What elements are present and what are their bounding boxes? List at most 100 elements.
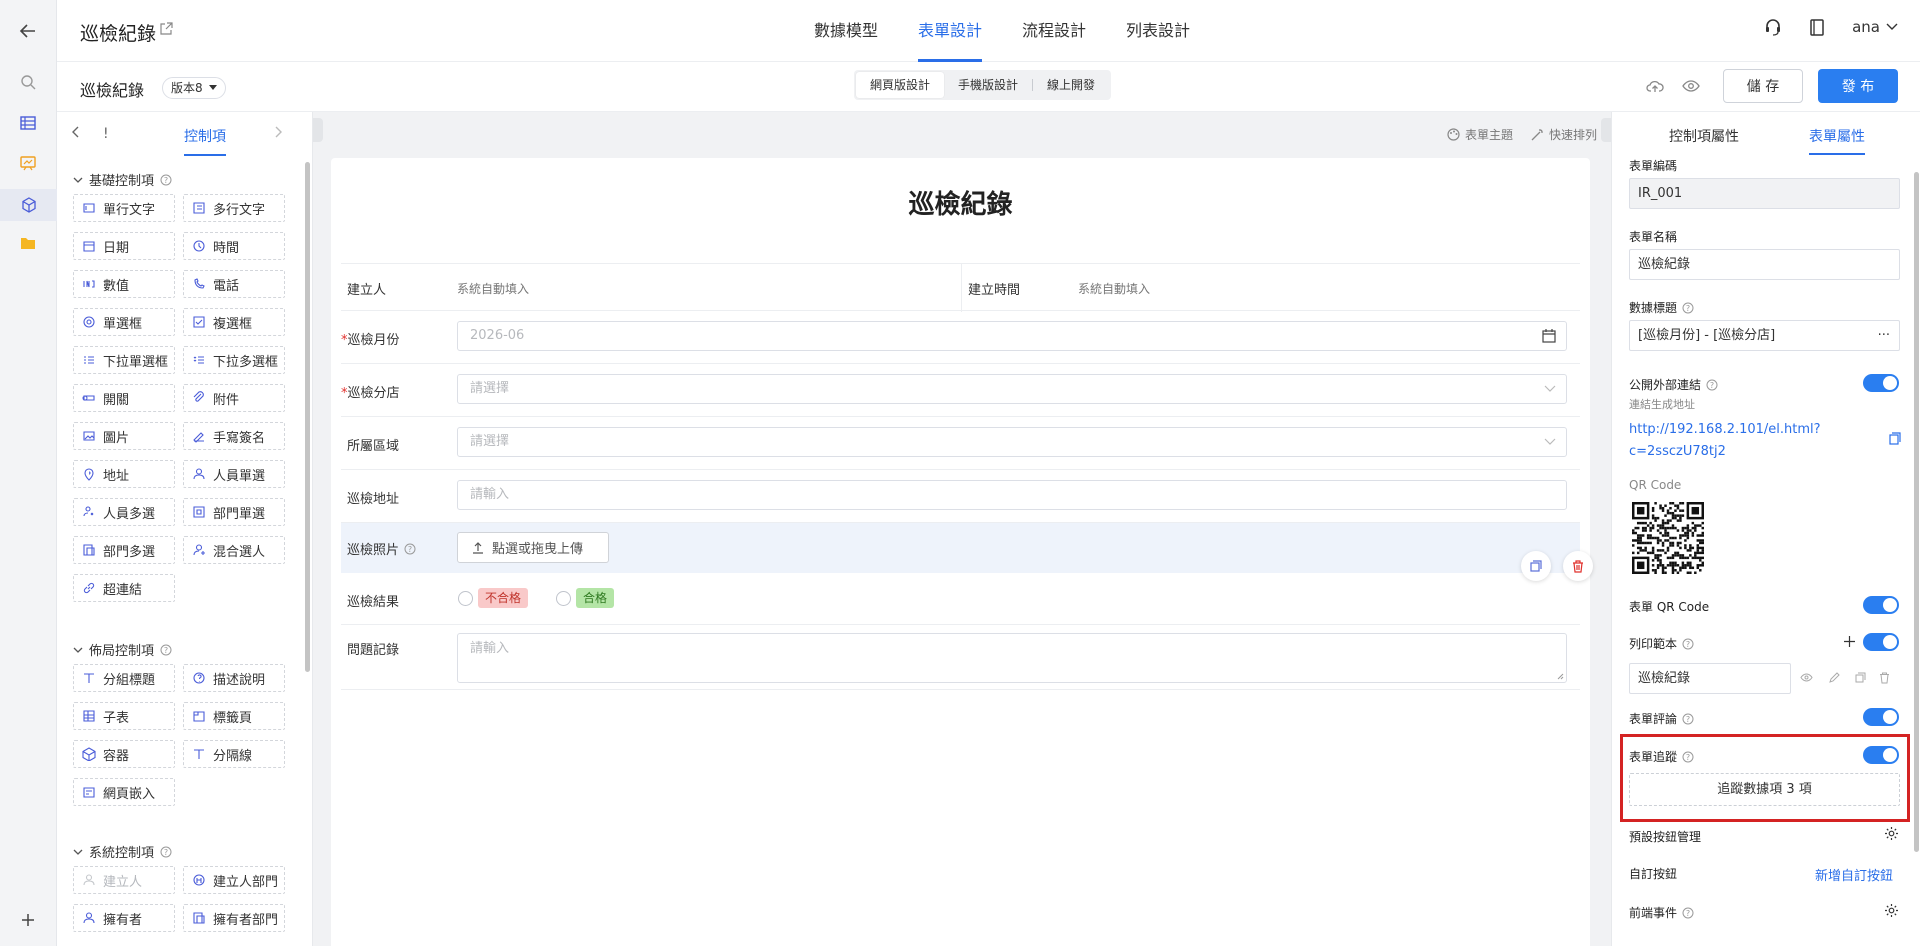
- collapse-right-handle[interactable]: [1601, 118, 1611, 142]
- collapse-left-handle[interactable]: [313, 118, 323, 142]
- control-item[interactable]: 容器: [73, 740, 175, 768]
- mode-mobile[interactable]: 手機版設計: [944, 72, 1032, 98]
- public-link-toggle[interactable]: [1863, 374, 1899, 392]
- control-item[interactable]: 擁有者部門: [183, 904, 285, 932]
- control-group-header[interactable]: 系統控制項?: [73, 842, 172, 861]
- headset-icon[interactable]: [1764, 18, 1782, 36]
- version-select[interactable]: 版本8: [162, 77, 226, 99]
- store-select[interactable]: 請選擇: [457, 374, 1567, 404]
- form-comment-toggle[interactable]: [1863, 708, 1899, 726]
- region-select[interactable]: 請選擇: [457, 427, 1567, 457]
- tab-scroll-left-icon[interactable]: [71, 126, 79, 138]
- search-icon[interactable]: [14, 68, 42, 96]
- mode-web[interactable]: 網頁版設計: [856, 72, 945, 98]
- add-icon[interactable]: [14, 906, 42, 934]
- book-icon[interactable]: [1810, 18, 1824, 36]
- form-theme-button[interactable]: 表單主題: [1447, 126, 1513, 143]
- option-fail-chip[interactable]: 不合格: [478, 588, 529, 608]
- preview-eye-icon[interactable]: [1673, 80, 1709, 92]
- copy-icon[interactable]: [1889, 432, 1901, 445]
- more-icon[interactable]: ···: [1878, 321, 1890, 350]
- print-template-input[interactable]: 巡檢紀錄: [1629, 663, 1791, 694]
- upload-button[interactable]: 點選或拖曳上傳: [457, 532, 609, 563]
- control-group-header[interactable]: 基礎控制項?: [73, 170, 172, 189]
- option-pass-chip[interactable]: 合格: [576, 588, 615, 608]
- add-print-template-icon[interactable]: [1844, 636, 1855, 647]
- control-item[interactable]: 超連結: [73, 574, 175, 602]
- control-item[interactable]: 單行文字: [73, 194, 175, 222]
- tab-flow-design[interactable]: 流程設計: [1002, 0, 1106, 62]
- control-item[interactable]: 分組標題: [73, 664, 175, 692]
- tab-control-properties[interactable]: 控制項屬性: [1669, 126, 1739, 146]
- qr-code-image[interactable]: [1632, 502, 1704, 574]
- tab-data-model[interactable]: 數據模型: [794, 0, 898, 62]
- row-photo-selected[interactable]: 巡檢照片 ? 點選或拖曳上傳: [341, 523, 1593, 581]
- row-month[interactable]: *巡檢月份 2026-06: [341, 311, 1580, 364]
- radio-fail[interactable]: [458, 591, 473, 606]
- control-item[interactable]: 手寫簽名: [183, 422, 285, 450]
- control-item[interactable]: 描述說明: [183, 664, 285, 692]
- edit-pencil-icon[interactable]: [1829, 672, 1840, 683]
- preview-eye-icon[interactable]: [1800, 673, 1813, 682]
- tab-form-properties[interactable]: 表單屬性: [1809, 126, 1865, 155]
- control-item[interactable]: 人員多選: [73, 498, 175, 526]
- tab-prev-partial[interactable]: !: [103, 126, 109, 142]
- row-issue[interactable]: 問題記錄 請輸入: [341, 625, 1580, 690]
- control-item[interactable]: 人員單選: [183, 460, 285, 488]
- mode-online-dev[interactable]: 線上開發: [1033, 72, 1109, 98]
- control-item[interactable]: 地址: [73, 460, 175, 488]
- data-title-input[interactable]: [巡檢月份] - [巡檢分店] ···: [1629, 320, 1900, 351]
- controls-scrollbar[interactable]: [305, 162, 310, 672]
- control-item[interactable]: 開關: [73, 384, 175, 412]
- row-store[interactable]: *巡檢分店 請選擇: [341, 364, 1580, 417]
- event-gear-icon[interactable]: [1884, 903, 1899, 918]
- copy-template-icon[interactable]: [1855, 672, 1866, 683]
- address-input[interactable]: 請輸入: [457, 480, 1567, 510]
- control-item[interactable]: 多行文字: [183, 194, 285, 222]
- form-name-input[interactable]: 巡檢紀錄: [1629, 249, 1900, 280]
- radio-pass[interactable]: [556, 591, 571, 606]
- tab-scroll-right-icon[interactable]: [275, 126, 283, 138]
- print-template-toggle[interactable]: [1863, 633, 1899, 651]
- quick-arrange-button[interactable]: 快速排列: [1531, 126, 1597, 143]
- control-item[interactable]: 混合選人: [183, 536, 285, 564]
- publish-button[interactable]: 發 布: [1818, 69, 1898, 103]
- month-input[interactable]: 2026-06: [457, 321, 1567, 351]
- control-item[interactable]: 分隔線: [183, 740, 285, 768]
- back-arrow-icon[interactable]: [14, 17, 42, 45]
- control-item[interactable]: 建立人部門: [183, 866, 285, 894]
- add-custom-button-link[interactable]: 新增自訂按鈕: [1815, 865, 1893, 884]
- control-item[interactable]: 時間: [183, 232, 285, 260]
- control-item[interactable]: 子表: [73, 702, 175, 730]
- control-item[interactable]: 網頁嵌入: [73, 778, 175, 806]
- tab-list-design[interactable]: 列表設計: [1106, 0, 1210, 62]
- chart-board-icon[interactable]: [14, 149, 42, 177]
- public-link-url[interactable]: http://192.168.2.101/el.html?c=2ssczU78t…: [1629, 419, 1821, 463]
- control-item[interactable]: 部門多選: [73, 536, 175, 564]
- control-item[interactable]: 複選框: [183, 308, 285, 336]
- form-code-input[interactable]: IR_001: [1629, 178, 1900, 209]
- row-region[interactable]: 所屬區域 請選擇: [341, 417, 1580, 470]
- control-item[interactable]: 標籤頁: [183, 702, 285, 730]
- row-result[interactable]: 巡檢結果 不合格 合格: [341, 573, 1580, 625]
- form-qr-toggle[interactable]: [1863, 596, 1899, 614]
- control-item[interactable]: 部門單選: [183, 498, 285, 526]
- control-item[interactable]: 數值: [73, 270, 175, 298]
- control-item[interactable]: 下拉多選框: [183, 346, 285, 374]
- resize-handle-icon[interactable]: [1557, 673, 1564, 680]
- list-icon[interactable]: [14, 109, 42, 137]
- control-item[interactable]: 電話: [183, 270, 285, 298]
- control-item[interactable]: 擁有者: [73, 904, 175, 932]
- gear-icon[interactable]: [1884, 826, 1899, 841]
- control-item[interactable]: 附件: [183, 384, 285, 412]
- tab-controls[interactable]: 控制項: [184, 126, 226, 156]
- cube-icon[interactable]: [0, 189, 57, 221]
- control-group-header[interactable]: 佈局控制項?: [73, 640, 172, 659]
- issue-textarea[interactable]: 請輸入: [457, 633, 1567, 683]
- control-item[interactable]: 建立人: [73, 866, 175, 894]
- row-creator[interactable]: 建立人 系統自動填入 建立時間 系統自動填入: [341, 263, 1580, 312]
- user-menu[interactable]: ana: [1852, 18, 1898, 36]
- external-link-icon[interactable]: [160, 22, 173, 35]
- control-item[interactable]: 日期: [73, 232, 175, 260]
- cloud-upload-icon[interactable]: [1637, 79, 1673, 93]
